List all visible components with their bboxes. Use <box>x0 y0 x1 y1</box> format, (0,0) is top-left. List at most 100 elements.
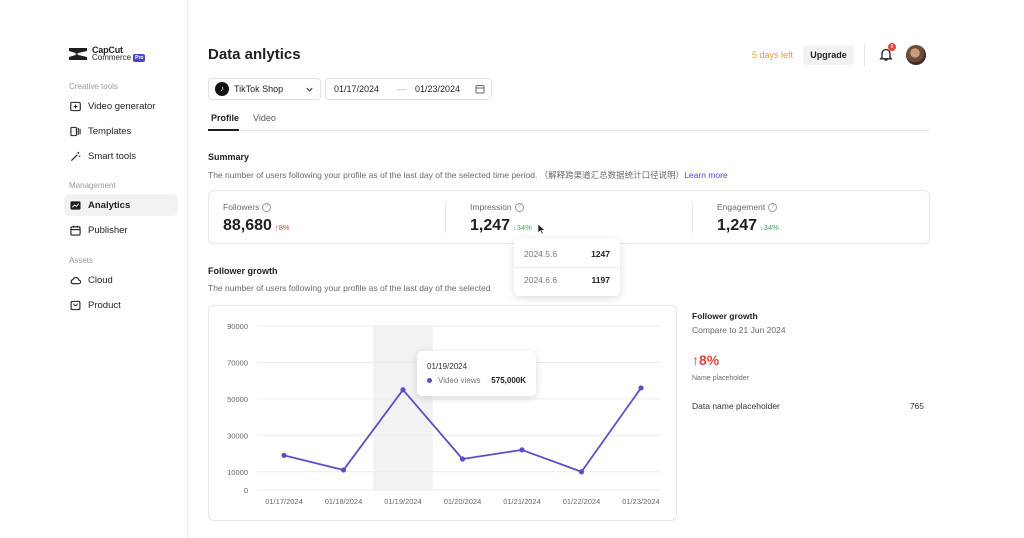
sidebar-item-label: Publisher <box>88 224 128 236</box>
follower-growth-chart[interactable]: 90000 70000 50000 30000 10000 0 01/17/2024 01/1… <box>209 306 678 522</box>
data-point <box>638 385 644 391</box>
summary-description: The number of users following your profi… <box>208 170 728 180</box>
brand-product: Commerce <box>92 53 132 62</box>
side-panel-title: Follower growth <box>692 311 758 321</box>
shop-select-value: TikTok Shop <box>234 84 284 94</box>
side-panel-row-label: Data name placeholder <box>692 401 780 411</box>
notification-badge: 6 <box>888 43 896 51</box>
y-tick-label: 10000 <box>227 468 248 477</box>
metric-value: 1,247 <box>717 217 758 234</box>
sidebar-item-smart-tools[interactable]: Smart tools <box>64 145 178 167</box>
x-tick-label: 01/17/2024 <box>265 497 303 506</box>
x-tick-label: 01/21/2024 <box>503 497 541 506</box>
side-panel-growth-value: ↑8% <box>692 352 720 368</box>
nav-section-creative-tools: Creative tools <box>69 82 118 91</box>
date-range-picker[interactable]: 01/17/2024 — 01/23/2024 <box>325 78 492 100</box>
y-tick-label: 0 <box>244 486 248 495</box>
tooltip-series: Video views <box>438 376 481 385</box>
sidebar-item-cloud[interactable]: Cloud <box>64 269 178 291</box>
capcut-logo-icon <box>69 48 87 60</box>
sidebar-item-label: Cloud <box>88 274 113 286</box>
x-tick-label: 01/20/2024 <box>444 497 482 506</box>
capcut-commerce-logo[interactable]: CapCut Commerce Pro <box>68 46 146 62</box>
x-tick-label: 01/22/2024 <box>563 497 601 506</box>
metric-divider <box>445 203 446 233</box>
chevron-down-icon <box>306 87 313 92</box>
video-add-icon <box>70 101 81 111</box>
page-title: Data anlytics <box>208 46 301 63</box>
cloud-icon <box>70 276 81 284</box>
popover-value: 1197 <box>591 275 610 285</box>
data-point <box>400 387 406 393</box>
templates-icon <box>70 126 81 136</box>
tiktok-icon: ♪ <box>215 82 229 96</box>
question-icon[interactable]: ? <box>262 202 272 212</box>
metric-delta: ↓34% <box>760 223 779 232</box>
date-end[interactable]: 01/23/2024 <box>415 84 460 94</box>
side-panel-name-placeholder: Name placeholder <box>692 375 749 382</box>
x-tick-label: 01/18/2024 <box>325 497 363 506</box>
y-tick-label: 50000 <box>227 395 248 404</box>
series-dot <box>427 378 432 383</box>
nav-section-management: Management <box>69 181 116 190</box>
question-icon[interactable]: ? <box>768 202 778 212</box>
impression-popover: 2024.5.6 1247 2024.6.6 1197 <box>514 238 620 296</box>
x-tick-label: 01/19/2024 <box>384 497 422 506</box>
header-divider <box>864 44 865 66</box>
popover-value: 1247 <box>591 249 610 259</box>
avatar[interactable] <box>906 45 926 65</box>
product-icon <box>70 300 81 310</box>
summary-title: Summary <box>208 152 250 162</box>
shop-select[interactable]: ♪ TikTok Shop <box>208 78 321 100</box>
chart-tooltip: 01/19/2024 Video views 575,000K <box>417 351 536 396</box>
popover-divider <box>514 267 620 268</box>
trial-days-left: 5 days left <box>752 50 794 60</box>
side-panel-compare: Compare to 21 Jun 2024 <box>692 325 786 335</box>
sidebar-item-video-generator[interactable]: Video generator <box>64 95 178 117</box>
sidebar-item-label: Product <box>88 299 121 311</box>
sidebar-item-publisher[interactable]: Publisher <box>64 219 178 241</box>
sidebar-item-label: Analytics <box>88 199 131 211</box>
data-point <box>459 456 466 462</box>
active-tab-indicator <box>208 129 239 131</box>
tab-profile[interactable]: Profile <box>211 113 239 123</box>
data-point <box>519 447 525 453</box>
x-tick-label: 01/23/2024 <box>622 497 660 506</box>
metric-delta: ↓34% <box>513 223 532 232</box>
question-icon[interactable]: ? <box>514 202 524 212</box>
sidebar-item-product[interactable]: Product <box>64 294 178 316</box>
sidebar-item-label: Video generator <box>88 100 156 112</box>
metric-label: Followers <box>223 202 260 212</box>
side-panel-row-value: 765 <box>909 401 924 411</box>
sidebar-item-analytics[interactable]: Analytics <box>64 194 178 216</box>
learn-more-link[interactable]: Learn more <box>684 170 727 180</box>
tab-bar: Profile Video <box>208 110 930 131</box>
metric-value: 88,680 <box>223 217 272 234</box>
tooltip-date: 01/19/2024 <box>427 362 468 371</box>
date-start[interactable]: 01/17/2024 <box>334 84 379 94</box>
sidebar-item-label: Templates <box>88 125 132 137</box>
date-separator: — <box>397 84 406 94</box>
data-point <box>281 452 287 458</box>
metric-delta: ↑8% <box>274 223 290 232</box>
analytics-icon <box>70 200 81 210</box>
summary-card: Followers? 88,680 ↑8% Impression? 1,247 ↓3… <box>208 190 930 244</box>
tab-video[interactable]: Video <box>253 113 276 123</box>
sidebar: CapCut Commerce Pro Creative tools Video … <box>0 0 188 538</box>
tooltip-value: 575,000K <box>491 376 526 385</box>
metric-value: 1,247 <box>470 217 511 234</box>
y-tick-label: 70000 <box>227 358 248 367</box>
upgrade-button[interactable]: Upgrade <box>803 45 854 65</box>
data-point <box>578 469 585 475</box>
metric-label: Impression <box>470 202 512 212</box>
y-tick-label: 30000 <box>227 431 248 440</box>
sidebar-item-templates[interactable]: Templates <box>64 120 178 142</box>
metric-label: Engagement <box>717 202 766 212</box>
follower-growth-chart-card: 90000 70000 50000 30000 10000 0 01/17/2024 01/1… <box>208 305 677 521</box>
magic-wand-icon <box>70 151 81 161</box>
metric-divider <box>692 203 693 233</box>
follower-growth-description: The number of users following your profi… <box>208 283 491 293</box>
calendar-icon <box>475 85 485 94</box>
popover-date: 2024.5.6 <box>524 249 558 259</box>
calendar-icon <box>70 225 81 236</box>
